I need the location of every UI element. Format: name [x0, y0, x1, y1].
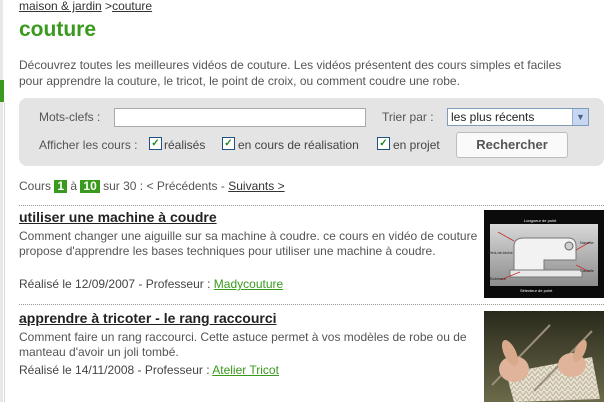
pager-total: sur 30 : [103, 179, 144, 193]
sort-select[interactable]: les plus récents ▼ [447, 108, 589, 126]
result-divider [19, 304, 604, 305]
result-author-link[interactable]: Atelier Tricot [212, 363, 279, 377]
result-meta-text: Réalisé le 12/09/2007 - Professeur : [19, 277, 211, 291]
chevron-down-icon[interactable]: ▼ [572, 109, 588, 125]
thumb-label: Bobineur [490, 276, 507, 281]
left-column-edge [0, 0, 3, 402]
page-title: couture [19, 18, 97, 41]
category-intro: Découvrez toutes les meilleures vidéos d… [19, 58, 562, 88]
knitting-icon [484, 311, 604, 402]
result-description: Comment changer une aiguille sur sa mach… [19, 229, 478, 258]
breadcrumb: maison & jardin >couture [19, 0, 152, 13]
filter-realises-checkbox[interactable]: ✓ [149, 137, 162, 150]
sort-label: Trier par : [382, 110, 434, 124]
pager-prefix: Cours [19, 179, 52, 193]
thumb-label: Pied-de-biche [488, 250, 513, 255]
pagination: Cours 1 à 10 sur 30 : < Précédents - Sui… [19, 179, 285, 193]
keywords-input[interactable] [114, 108, 366, 127]
result-author-link[interactable]: Madycouture [214, 277, 283, 291]
filter-en-cours-label: en cours de réalisation [238, 138, 359, 152]
pager-to: 10 [80, 180, 100, 193]
filter-en-projet-checkbox[interactable]: ✓ [377, 137, 390, 150]
sort-selected-value: les plus récents [451, 110, 535, 124]
left-active-tab-marker [0, 80, 4, 102]
breadcrumb-separator: > [101, 0, 113, 13]
result-thumbnail[interactable] [484, 311, 604, 402]
check-icon: ✓ [224, 138, 233, 149]
check-icon: ✓ [151, 138, 160, 149]
filter-en-projet-label: en projet [393, 138, 440, 152]
left-divider [4, 102, 5, 402]
breadcrumb-link-current[interactable]: couture [112, 0, 152, 13]
result-title-link[interactable]: utiliser une machine à coudre [19, 209, 217, 225]
filter-en-cours-checkbox[interactable]: ✓ [222, 137, 235, 150]
result-meta-text: Réalisé le 14/11/2008 - Professeur : [19, 363, 210, 377]
search-button[interactable]: Rechercher [456, 132, 568, 158]
pager-next-link[interactable]: Suivants > [228, 179, 284, 193]
result-thumbnail[interactable]: Longueur de point Pied-de-biche Navette … [484, 210, 604, 298]
keywords-label: Mots-clefs : [39, 110, 101, 124]
filter-realises-label: réalisés [164, 138, 206, 152]
pager-previous: < Précédents - [146, 179, 225, 193]
result-title-link[interactable]: apprendre à tricoter - le rang raccourci [19, 310, 277, 326]
result-meta: Réalisé le 14/11/2008 - Professeur : Ate… [19, 363, 279, 377]
result-divider [19, 205, 604, 206]
thumb-label: Sélecteur de point [520, 288, 553, 293]
result-description: Comment faire un rang raccourci. Cette a… [19, 330, 467, 359]
thumb-label: Canette [580, 268, 595, 273]
result-meta: Réalisé le 12/09/2007 - Professeur : Mad… [19, 277, 283, 291]
search-panel: Mots-clefs : Trier par : les plus récent… [19, 98, 604, 166]
thumb-label: Longueur de point [524, 218, 557, 223]
thumb-label: Navette [580, 240, 594, 245]
check-icon: ✓ [379, 138, 388, 149]
breadcrumb-link-parent[interactable]: maison & jardin [19, 0, 102, 13]
show-courses-label: Afficher les cours : [39, 138, 138, 152]
pager-to-word: à [70, 179, 78, 193]
pager-from: 1 [54, 180, 68, 193]
